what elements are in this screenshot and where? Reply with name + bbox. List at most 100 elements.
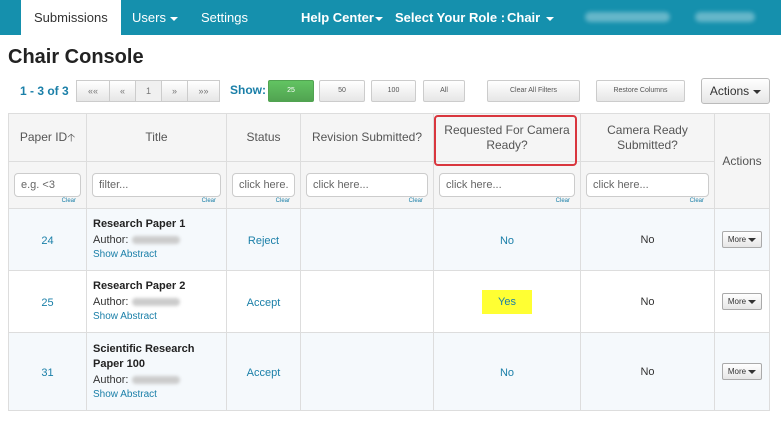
col-header-status[interactable]: Status (226, 113, 301, 162)
redacted-author-name (132, 375, 181, 384)
role-label: Chair (507, 10, 541, 25)
clear-filter-link[interactable]: Clear (202, 198, 216, 204)
nav-tab-submissions[interactable]: Submissions (21, 0, 121, 35)
author-label: Author: (93, 373, 129, 386)
col-header-paper-id[interactable]: Paper ID🡡 (8, 113, 87, 162)
col-header-actions: Actions (714, 113, 770, 209)
pager-prev-button[interactable]: « (109, 80, 136, 102)
nav-settings[interactable]: Settings (201, 0, 248, 35)
table-row: 25 Research Paper 2 Author: Show Abstrac… (8, 270, 770, 333)
table-row: 31 Scientific Research Paper 100 Author:… (8, 332, 770, 411)
sort-up-icon: 🡡 (67, 131, 76, 144)
col-header-camera-submitted[interactable]: Camera Ready Submitted? (580, 113, 715, 162)
more-label: More (727, 235, 747, 244)
actions-label: Actions (709, 84, 750, 98)
filter-cell: Clear (86, 161, 227, 209)
redacted-user-info (695, 12, 755, 22)
more-button[interactable]: More (722, 363, 762, 380)
show-all-button[interactable]: All (423, 80, 465, 102)
status-link[interactable]: Accept (247, 367, 281, 379)
paper-id-filter-input[interactable] (14, 173, 81, 197)
paper-id-link[interactable]: 31 (41, 367, 53, 379)
show-25-button[interactable]: 25 (268, 80, 314, 102)
chevron-down-icon (748, 237, 757, 242)
camera-submitted-value: No (580, 270, 715, 333)
nav-help-center-dropdown[interactable]: Help Center (301, 0, 383, 35)
author-label: Author: (93, 234, 129, 246)
pager-next-button[interactable]: » (161, 80, 188, 102)
filter-cell: Clear (300, 161, 434, 209)
clear-filter-link[interactable]: Clear (62, 198, 76, 204)
author-label: Author: (93, 296, 129, 308)
restore-columns-button[interactable]: Restore Columns (596, 80, 685, 102)
redacted-author-name (132, 298, 181, 307)
pager-last-button[interactable]: »» (187, 80, 220, 102)
top-navbar: Submissions Users Settings Help Center S… (0, 0, 781, 35)
requested-camera-value[interactable]: No (500, 367, 514, 379)
pager-first-button[interactable]: «« (76, 80, 110, 102)
show-50-button[interactable]: 50 (319, 80, 365, 102)
requested-camera-value[interactable]: No (500, 235, 514, 247)
select-role-label: Select Your Role : (395, 10, 506, 25)
revision-cell (300, 208, 434, 271)
camera-submitted-value: No (580, 208, 715, 271)
filter-cell: Clear (226, 161, 301, 209)
paper-id-link[interactable]: 24 (41, 235, 53, 247)
show-label: Show: (230, 83, 266, 97)
requested-camera-filter-input[interactable] (439, 173, 575, 197)
status-filter-input[interactable] (232, 173, 295, 197)
chevron-down-icon (753, 89, 762, 94)
revision-filter-input[interactable] (306, 173, 428, 197)
status-link[interactable]: Reject (248, 235, 279, 247)
more-button[interactable]: More (722, 293, 762, 310)
col-header-title[interactable]: Title (86, 113, 227, 162)
chevron-down-icon (748, 299, 757, 304)
show-100-button[interactable]: 100 (371, 80, 416, 102)
filter-cell: Clear (8, 161, 87, 209)
more-button[interactable]: More (722, 231, 762, 248)
requested-camera-value-highlighted[interactable]: Yes (482, 289, 532, 314)
status-link[interactable]: Accept (247, 297, 281, 309)
chevron-down-icon (546, 16, 555, 21)
camera-submitted-filter-input[interactable] (586, 173, 709, 197)
pager-count: 1 - 3 of 3 (20, 84, 69, 98)
redacted-user-info (585, 12, 670, 22)
paper-title: Research Paper 1 (93, 218, 186, 230)
table-row: 24 Research Paper 1 Author: Show Abstrac… (8, 208, 770, 271)
filter-cell: Clear (580, 161, 715, 209)
page-title: Chair Console (8, 46, 144, 68)
show-abstract-link[interactable]: Show Abstract (93, 310, 220, 324)
pager-current-page[interactable]: 1 (135, 80, 162, 102)
chevron-down-icon (169, 16, 178, 21)
clear-filter-link[interactable]: Clear (556, 198, 570, 204)
revision-cell (300, 270, 434, 333)
clear-filter-link[interactable]: Clear (690, 198, 704, 204)
nav-users-label: Users (132, 10, 166, 25)
more-label: More (727, 297, 747, 306)
filter-cell: Clear (433, 161, 581, 209)
paper-author: Author: (93, 372, 220, 388)
nav-users-dropdown[interactable]: Users (132, 0, 178, 35)
paper-title: Scientific Research Paper 100 (93, 342, 195, 370)
show-abstract-link[interactable]: Show Abstract (93, 388, 220, 402)
clear-all-filters-button[interactable]: Clear All Filters (487, 80, 580, 102)
revision-cell (300, 332, 434, 411)
submissions-table: Paper ID🡡 Title Status Revision Submitte… (8, 113, 770, 411)
clear-filter-link[interactable]: Clear (276, 198, 290, 204)
paper-id-link[interactable]: 25 (41, 297, 53, 309)
role-dropdown[interactable]: Chair (507, 0, 555, 35)
show-abstract-link[interactable]: Show Abstract (93, 248, 220, 262)
col-header-requested-camera[interactable]: Requested For Camera Ready? (433, 113, 581, 162)
more-label: More (727, 367, 747, 376)
clear-filter-link[interactable]: Clear (409, 198, 423, 204)
redacted-author-name (132, 236, 181, 245)
actions-dropdown-button[interactable]: Actions (701, 78, 770, 104)
col-header-paper-id-label: Paper ID (19, 129, 68, 144)
camera-submitted-value: No (580, 332, 715, 411)
chevron-down-icon (374, 16, 383, 21)
paper-title: Research Paper 2 (93, 280, 186, 292)
paper-author: Author: (93, 232, 220, 248)
chevron-down-icon (748, 369, 757, 374)
title-filter-input[interactable] (92, 173, 221, 197)
col-header-revision[interactable]: Revision Submitted? (300, 113, 434, 162)
